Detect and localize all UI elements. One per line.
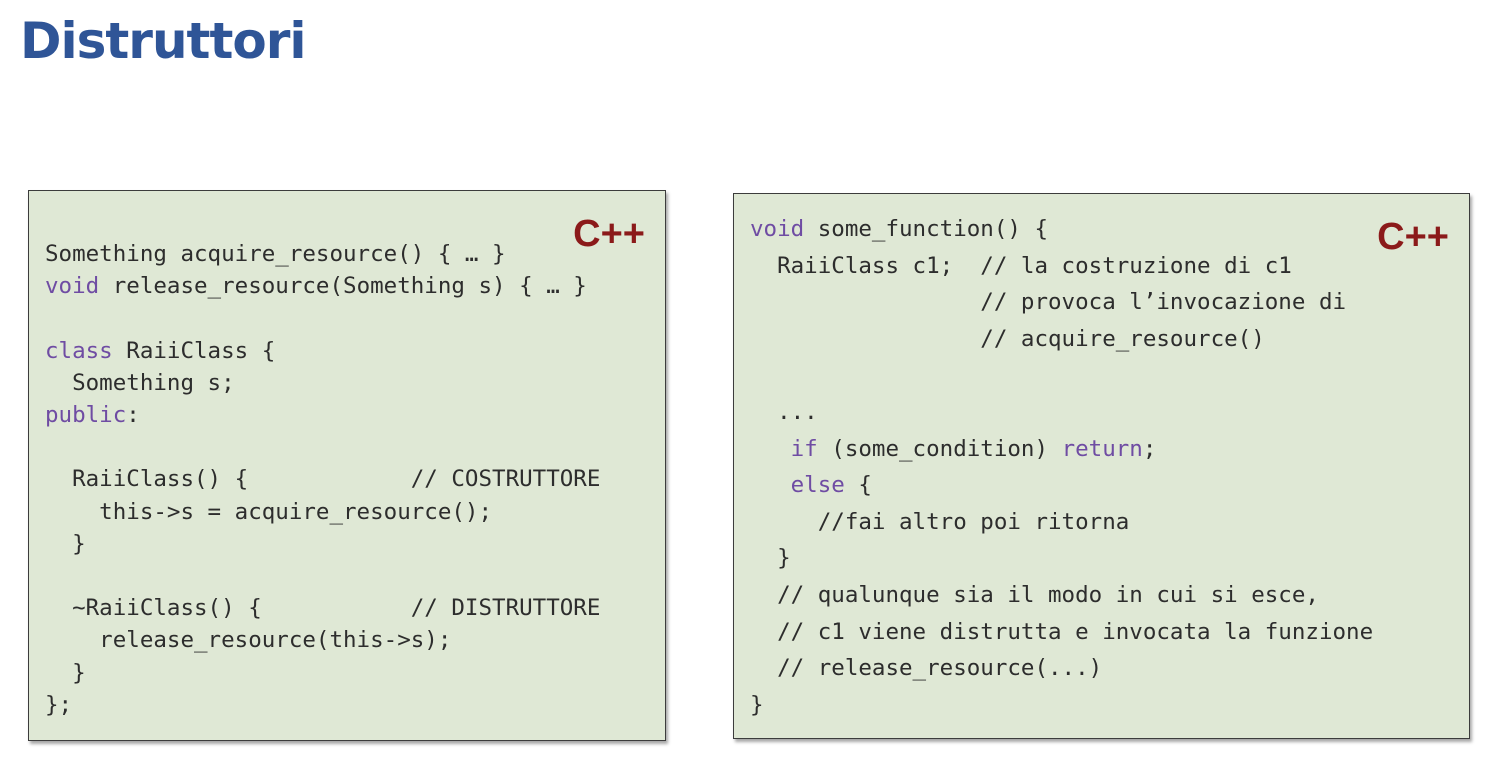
code-text: Something acquire_resource() { … } — [45, 241, 506, 267]
code-text: // release_resource(...) — [750, 655, 1103, 682]
code-block: void some_function() { RaiiClass c1; // … — [750, 211, 1373, 723]
code-line: public: — [45, 399, 600, 431]
code-line: } — [45, 657, 600, 689]
code-keyword: void — [750, 216, 805, 242]
code-text: } — [750, 545, 791, 572]
code-text: release_resource(this->s); — [45, 627, 452, 654]
code-text: release_resource(Something s) { … } — [99, 273, 587, 300]
code-text: }; — [45, 691, 73, 718]
code-text: // c1 viene distrutta e invocata la funz… — [750, 618, 1374, 645]
code-line: // qualunque sia il modo in cui si esce, — [750, 577, 1373, 614]
language-label: C++ — [1377, 216, 1449, 258]
code-keyword: public — [45, 402, 127, 429]
code-line: //fai altro poi ritorna — [750, 504, 1373, 541]
code-keyword: else — [790, 472, 845, 499]
code-line: // provoca l’invocazione di — [750, 284, 1373, 321]
code-text: ~RaiiClass() { // DISTRUTTORE — [45, 595, 601, 622]
code-text: RaiiClass() { // COSTRUTTORE — [45, 466, 601, 493]
code-line: RaiiClass() { // COSTRUTTORE — [45, 463, 600, 495]
code-text: { — [844, 472, 872, 499]
code-text: ... — [750, 398, 818, 425]
code-text: : — [126, 402, 140, 429]
code-keyword: void — [45, 273, 100, 300]
code-text: ; — [1142, 435, 1157, 462]
code-block: Something acquire_resource() { … } void r… — [45, 238, 600, 721]
code-line: ... — [750, 394, 1373, 431]
code-line: } — [750, 540, 1373, 577]
code-line: RaiiClass c1; // la costruzione di c1 — [750, 248, 1373, 285]
code-text: } — [750, 691, 764, 718]
code-text: this->s = acquire_resource(); — [45, 498, 493, 525]
code-line: // release_resource(...) — [750, 650, 1373, 687]
code-line: } — [750, 687, 1373, 724]
code-line: this->s = acquire_resource(); — [45, 496, 600, 528]
code-line: // c1 viene distrutta e invocata la funz… — [750, 614, 1373, 651]
code-text: // qualunque sia il modo in cui si esce, — [750, 581, 1319, 608]
code-keyword: class — [45, 337, 113, 364]
code-line: Something acquire_resource() { … } — [45, 238, 600, 270]
code-line: class RaiiClass { — [45, 335, 600, 367]
code-text: RaiiClass { — [112, 337, 276, 364]
code-line: Something s; — [45, 367, 600, 399]
code-text: some_function() { — [804, 216, 1049, 242]
code-text: //fai altro poi ritorna — [750, 508, 1130, 535]
code-keyword: if — [790, 435, 818, 462]
code-line: // acquire_resource() — [750, 321, 1373, 358]
code-box-raii-class: C++ Something acquire_resource() { … } vo… — [28, 190, 666, 741]
code-text: } — [45, 530, 86, 557]
code-line: void release_resource(Something s) { … } — [45, 270, 600, 302]
code-line: else { — [750, 467, 1373, 504]
code-line: void some_function() { — [750, 211, 1373, 248]
slide-title: Distruttori — [20, 12, 307, 70]
code-text: // provoca l’invocazione di — [750, 289, 1347, 316]
code-text: // acquire_resource() — [750, 325, 1265, 352]
code-text: (some_condition) — [817, 435, 1062, 462]
code-text: Something s; — [45, 369, 235, 396]
code-line: }; — [45, 689, 600, 721]
code-line: release_resource(this->s); — [45, 624, 600, 656]
code-line: } — [45, 528, 600, 560]
code-line: ~RaiiClass() { // DISTRUTTORE — [45, 592, 600, 624]
code-box-some-function: C++ void some_function() { RaiiClass c1;… — [733, 193, 1470, 739]
code-text: RaiiClass c1; // la costruzione di c1 — [750, 252, 1292, 279]
code-keyword: return — [1061, 435, 1143, 462]
code-text: } — [45, 659, 86, 686]
code-line: if (some_condition) return; — [750, 431, 1373, 468]
